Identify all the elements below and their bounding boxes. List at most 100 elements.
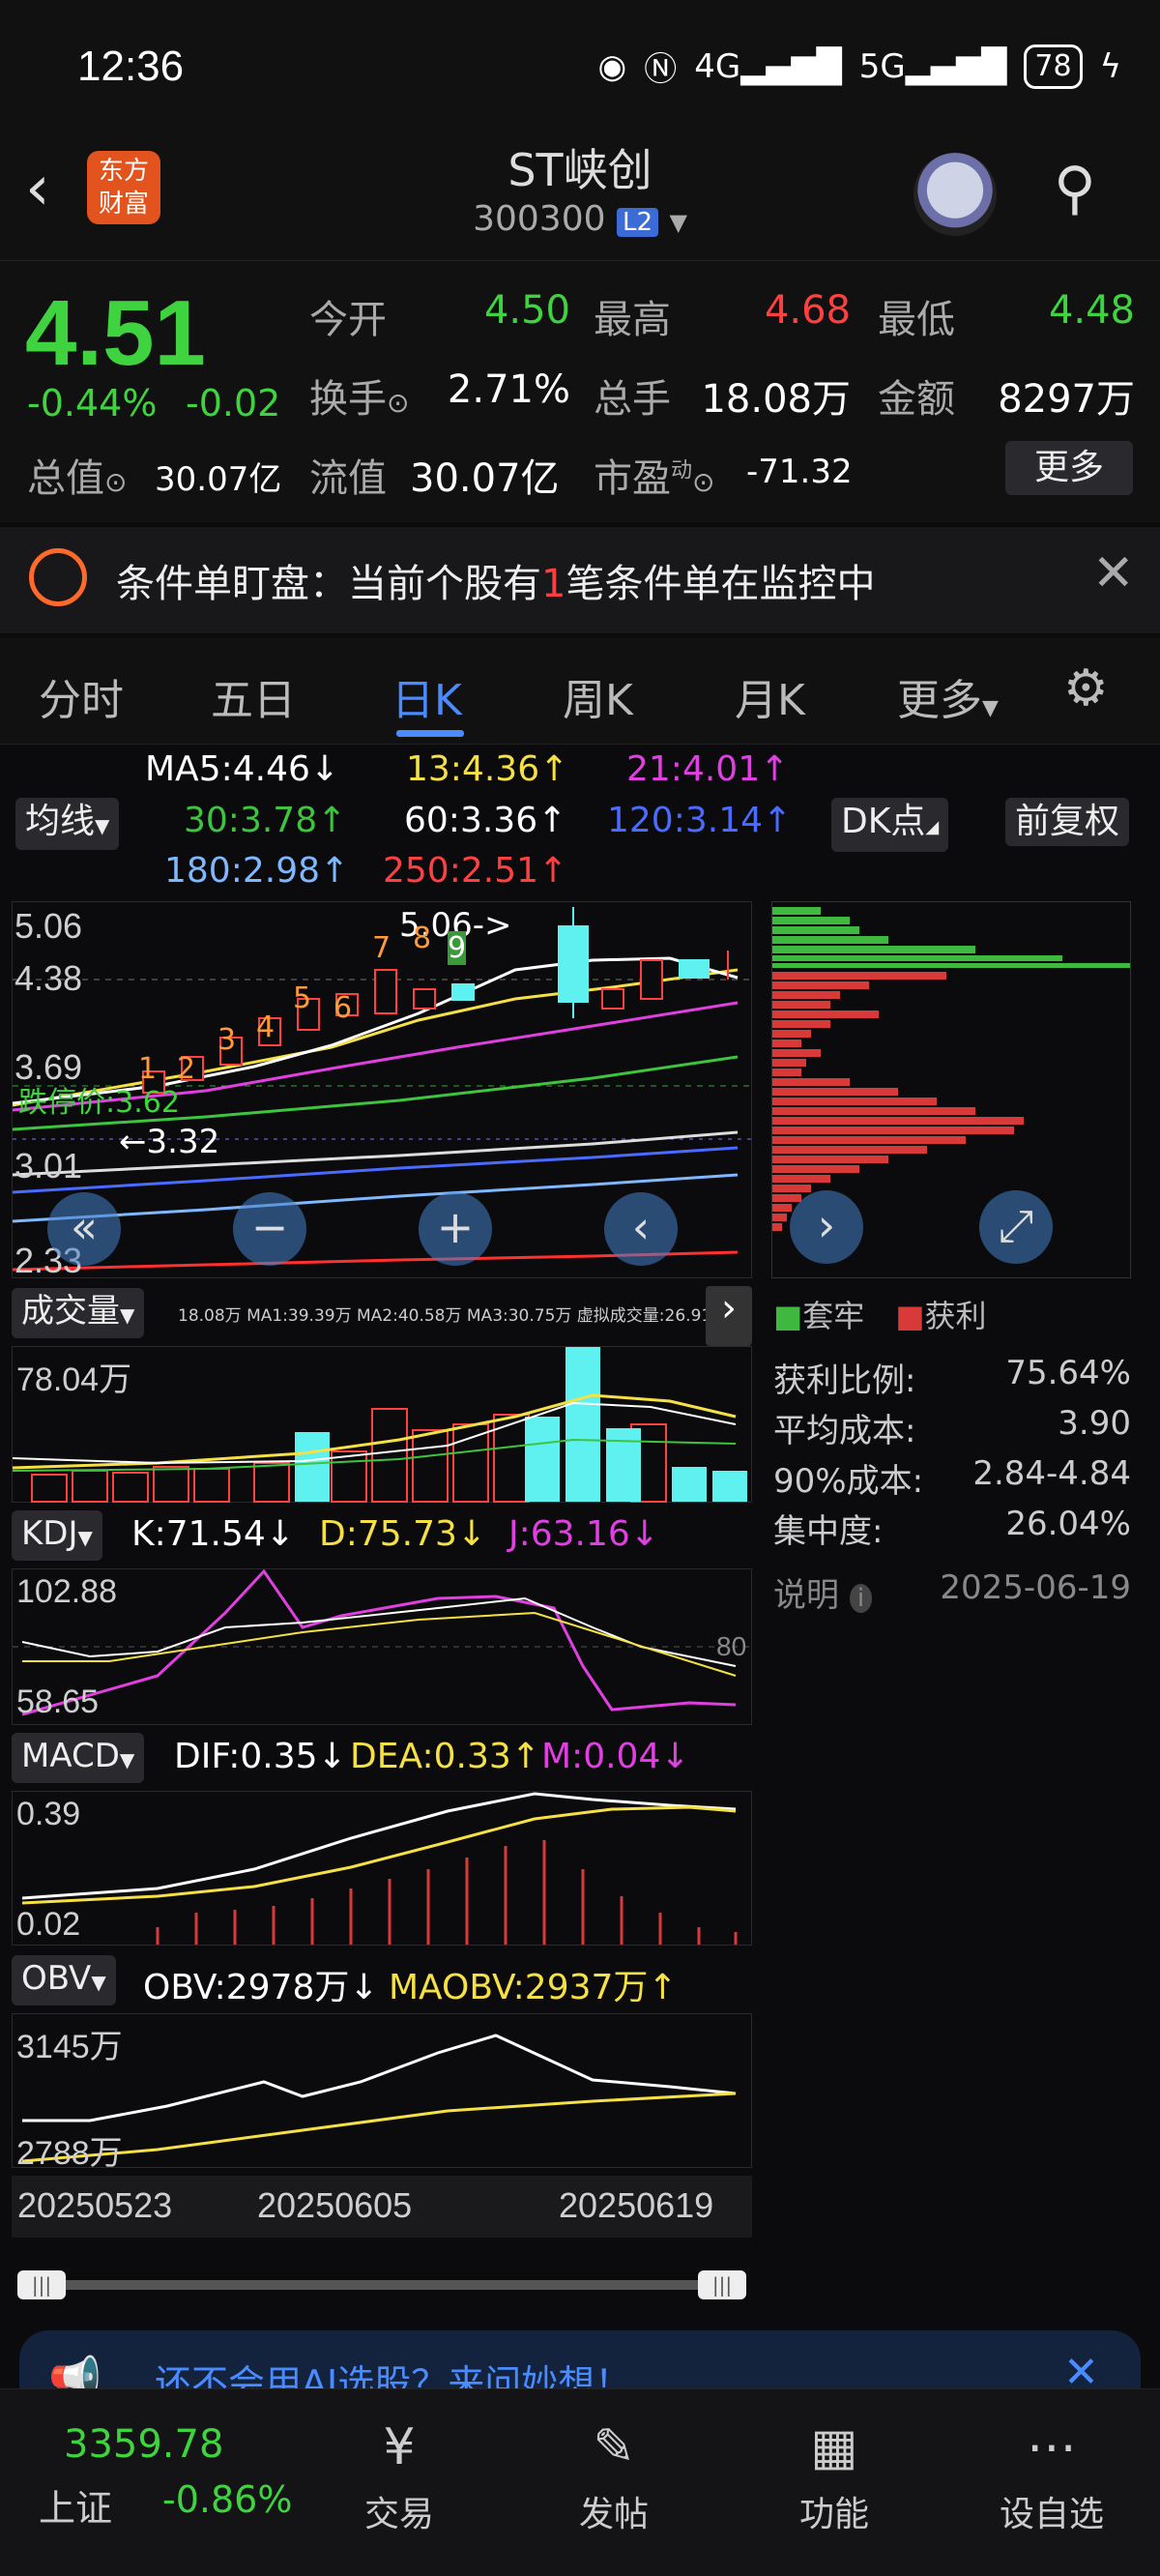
close-icon[interactable]: ✕	[1092, 544, 1135, 602]
bottom-bar: 3359.78 上证 -0.86% ¥ 交易 ✎ 发帖 ▦ 功能 ⋯ 设自选	[0, 2388, 1160, 2576]
count-6: 6	[334, 991, 353, 1025]
turnover-value: 2.71%	[447, 367, 570, 412]
price-adjust-button[interactable]: 前复权	[1005, 798, 1130, 846]
back-icon[interactable]: ‹	[25, 153, 50, 224]
l2-badge: L2	[616, 208, 658, 237]
ma21-label: 21:4.01↑	[626, 749, 790, 789]
more-button[interactable]: 更多	[1005, 441, 1133, 495]
chip-distribution-chart: › ⤢	[771, 901, 1131, 1278]
change-percent: -0.44%	[27, 382, 158, 424]
grid-icon: ▦	[810, 2418, 858, 2476]
signal-5g-icon: 5G▂▄▆█	[858, 46, 1007, 86]
dk-point-button[interactable]: DK点◢	[831, 798, 949, 852]
kdj-d: D:75.73↓	[319, 1514, 487, 1554]
chevron-down-icon: ▼	[669, 209, 687, 236]
kdj-chart: 102.88 58.65 80	[12, 1568, 753, 1725]
stock-header: ST峡创 300300 L2 ▼ ‹ 东方 财富 ⚲	[0, 135, 1160, 261]
volume-max-tick: 78.04万	[16, 1361, 132, 1398]
high-value: 4.68	[764, 288, 851, 333]
app-logo[interactable]: 东方 财富	[87, 151, 160, 224]
notice-text: 条件单盯盘：当前个股有1笔条件单在监控中	[116, 562, 876, 606]
quote-panel: 4.51 -0.44% -0.02 今开 4.50 最高 4.68 最低 4.4…	[0, 261, 1160, 522]
condition-order-notice[interactable]: 条件单盯盘：当前个股有1笔条件单在监控中 ✕	[0, 527, 1160, 633]
scroll-left-fast-icon[interactable]: «	[47, 1192, 121, 1266]
range-slider-track[interactable]	[35, 2280, 731, 2290]
float-value: 30.07亿	[410, 456, 560, 501]
expand-icon[interactable]: ⤢	[979, 1190, 1053, 1264]
low-price-mark: ←3.32	[119, 1123, 220, 1161]
post-button[interactable]: ✎ 发帖	[536, 2409, 691, 2536]
volume-label: 总手	[594, 377, 671, 422]
cost-90-label: 90%成本:	[773, 1462, 924, 1501]
low-label: 最低	[878, 298, 955, 342]
pe-value: -71.32	[746, 453, 853, 491]
scroll-left-icon[interactable]: ‹	[604, 1192, 678, 1266]
maobv-value: MAOBV:2937万↑	[389, 1968, 678, 2007]
change-amount: -0.02	[186, 382, 281, 424]
trade-button[interactable]: ¥ 交易	[322, 2409, 477, 2536]
price-tick-4: 3.01	[14, 1146, 83, 1186]
tab-weekly-k[interactable]: 周K	[563, 665, 633, 727]
tab-five-day[interactable]: 五日	[211, 665, 296, 727]
active-tab-indicator	[396, 730, 464, 737]
macd-selector-button[interactable]: MACD▼	[12, 1733, 145, 1783]
profit-ratio-value: 75.64%	[1005, 1354, 1131, 1392]
ma13-label: 13:4.36↑	[406, 749, 569, 789]
period-tabs: 分时 五日 日K 周K 月K 更多▼ ⚙	[0, 638, 1160, 745]
gear-icon[interactable]: ⚙	[1063, 659, 1109, 717]
ma250-label: 250:2.51↑	[383, 851, 568, 891]
kline-chart[interactable]: 5.06 4.38 3.69 3.01 2.33 跌停价:3.62 ←3.32 …	[12, 901, 753, 1280]
yen-icon: ¥	[383, 2418, 416, 2476]
expand-right-icon[interactable]: ›	[706, 1286, 752, 1346]
kdj-j: J:63.16↓	[508, 1514, 659, 1554]
mktcap-value: 30.07亿	[155, 460, 282, 499]
tab-monthly-k[interactable]: 月K	[735, 665, 805, 727]
pe-label: 市盈动⊙	[594, 456, 715, 501]
zoom-in-icon[interactable]: +	[419, 1192, 492, 1266]
turnover-label: 换手⊙	[309, 377, 410, 422]
index-value[interactable]: 3359.78	[64, 2422, 223, 2467]
high-label: 最高	[594, 298, 671, 342]
count-7: 7	[372, 931, 392, 965]
kdj-selector-button[interactable]: KDJ▼	[12, 1510, 102, 1561]
charging-icon: ϟ	[1099, 46, 1121, 86]
avg-cost-value: 3.90	[1058, 1404, 1131, 1443]
status-bar: 12:36 ◉ Ⓝ 4G▂▄▆█ 5G▂▄▆█ 78 ϟ	[0, 0, 1160, 140]
kdj-ref-tick: 80	[716, 1631, 747, 1661]
zoom-out-icon[interactable]: −	[233, 1192, 306, 1266]
functions-button[interactable]: ▦ 功能	[757, 2409, 912, 2536]
amount-label: 金额	[878, 377, 955, 422]
concentration-value: 26.04%	[1005, 1505, 1131, 1543]
macd-dea: DEA:0.33↑	[350, 1737, 540, 1776]
scroll-right-icon[interactable]: ›	[790, 1190, 863, 1264]
chip-help[interactable]: 说明 i	[773, 1568, 873, 1616]
profit-ratio-label: 获利比例:	[773, 1361, 916, 1400]
low-value: 4.48	[1048, 288, 1135, 333]
volume-desc: 18.08万 MA1:39.39万 MA2:40.58万 MA3:30.75万 …	[178, 1306, 729, 1326]
count-5: 5	[293, 981, 312, 1015]
obv-top-tick: 3145万	[16, 2029, 123, 2065]
tab-intraday[interactable]: 分时	[39, 665, 124, 727]
open-value: 4.50	[483, 288, 570, 333]
count-8: 8	[413, 922, 432, 955]
ma-selector-button[interactable]: 均线▼	[15, 798, 120, 850]
assistant-robot-icon[interactable]	[914, 153, 997, 236]
last-price: 4.51	[25, 281, 206, 385]
count-2: 2	[177, 1052, 196, 1086]
add-watchlist-button[interactable]: ⋯ 设自选	[974, 2409, 1129, 2536]
obv-selector-button[interactable]: OBV▼	[12, 1955, 116, 2005]
date-tick-3: 20250619	[559, 2185, 714, 2225]
search-icon[interactable]: ⚲	[1054, 155, 1096, 222]
target-icon	[29, 548, 87, 606]
obv-value: OBV:2978万↓	[143, 1968, 379, 2007]
tab-more[interactable]: 更多▼	[897, 665, 999, 727]
tab-daily-k[interactable]: 日K	[392, 665, 462, 727]
count-3: 3	[218, 1023, 237, 1057]
volume-selector-button[interactable]: 成交量▼	[12, 1288, 145, 1338]
range-handle-right[interactable]: |||	[698, 2270, 746, 2299]
more-dots-icon: ⋯	[1027, 2418, 1077, 2476]
range-handle-left[interactable]: |||	[17, 2270, 66, 2299]
macd-dif: DIF:0.35↓	[174, 1737, 347, 1776]
date-axis: 20250523 20250605 20250619	[12, 2176, 752, 2238]
status-time: 12:36	[77, 43, 185, 90]
